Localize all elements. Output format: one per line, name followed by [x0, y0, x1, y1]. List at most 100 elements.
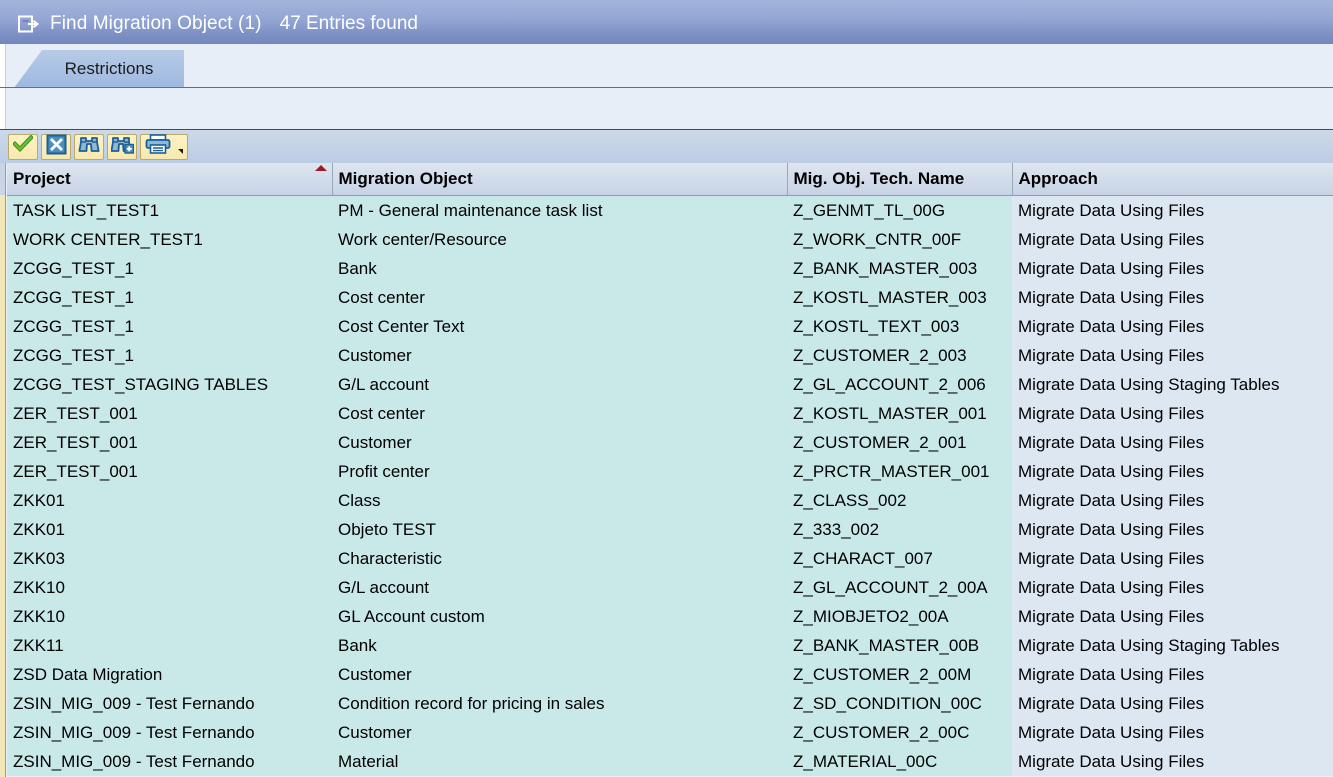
- cell-migration-object[interactable]: Cost Center Text: [332, 311, 787, 341]
- cell-tech-name[interactable]: Z_CHARACT_007: [787, 543, 1012, 573]
- cell-tech-name[interactable]: Z_SD_CONDITION_00C: [787, 688, 1012, 718]
- cell-project[interactable]: ZKK11: [7, 630, 332, 660]
- cell-project[interactable]: ZSIN_MIG_009 - Test Fernando: [7, 688, 332, 718]
- cell-project[interactable]: ZSIN_MIG_009 - Test Fernando: [7, 717, 332, 747]
- cell-tech-name[interactable]: Z_MIOBJETO2_00A: [787, 601, 1012, 631]
- cell-migration-object[interactable]: G/L account: [332, 572, 787, 602]
- cell-approach[interactable]: Migrate Data Using Files: [1012, 398, 1333, 428]
- cell-migration-object[interactable]: PM - General maintenance task list: [332, 195, 787, 225]
- cell-tech-name[interactable]: Z_KOSTL_MASTER_001: [787, 398, 1012, 428]
- cell-tech-name[interactable]: Z_CUSTOMER_2_00C: [787, 717, 1012, 747]
- cell-project[interactable]: ZCGG_TEST_STAGING TABLES: [7, 369, 332, 399]
- cell-approach[interactable]: Migrate Data Using Files: [1012, 601, 1333, 631]
- print-button[interactable]: [140, 133, 176, 160]
- cell-tech-name[interactable]: Z_GENMT_TL_00G: [787, 195, 1012, 225]
- cell-migration-object[interactable]: Bank: [332, 253, 787, 283]
- cell-approach[interactable]: Migrate Data Using Files: [1012, 224, 1333, 254]
- cell-tech-name[interactable]: Z_WORK_CNTR_00F: [787, 224, 1012, 254]
- confirm-button[interactable]: [8, 133, 38, 160]
- cell-project[interactable]: ZKK03: [7, 543, 332, 573]
- cell-tech-name[interactable]: Z_CUSTOMER_2_00M: [787, 659, 1012, 689]
- cell-approach[interactable]: Migrate Data Using Files: [1012, 456, 1333, 486]
- cell-project[interactable]: ZSD Data Migration: [7, 659, 332, 689]
- cell-migration-object[interactable]: Customer: [332, 340, 787, 370]
- cell-migration-object[interactable]: Class: [332, 485, 787, 515]
- cell-tech-name[interactable]: Z_CUSTOMER_2_003: [787, 340, 1012, 370]
- cell-project[interactable]: ZER_TEST_001: [7, 427, 332, 457]
- grid-selection-rail[interactable]: [0, 163, 6, 777]
- cell-tech-name[interactable]: Z_BANK_MASTER_00B: [787, 630, 1012, 660]
- table-row[interactable]: ZCGG_TEST_1 Customer Z_CUSTOMER_2_003 Migra…: [7, 340, 1333, 370]
- table-row[interactable]: ZSIN_MIG_009 - Test Fernando Condition re…: [7, 688, 1333, 718]
- column-header-project[interactable]: Project: [7, 163, 333, 196]
- cell-approach[interactable]: Migrate Data Using Staging Tables: [1012, 630, 1333, 660]
- table-row[interactable]: WORK CENTER_TEST1 Work center/Resource Z_W…: [7, 224, 1333, 254]
- cell-approach[interactable]: Migrate Data Using Files: [1012, 543, 1333, 573]
- grid-select-all-corner[interactable]: [0, 163, 6, 195]
- cell-tech-name[interactable]: Z_CUSTOMER_2_001: [787, 427, 1012, 457]
- table-row[interactable]: ZSIN_MIG_009 - Test Fernando Customer Z_CU…: [7, 717, 1333, 747]
- cell-approach[interactable]: Migrate Data Using Files: [1012, 746, 1333, 776]
- table-row[interactable]: ZKK10 GL Account custom Z_MIOBJETO2_00A Mig…: [7, 601, 1333, 631]
- column-header-migration-object[interactable]: Migration Object: [332, 163, 788, 196]
- cell-tech-name[interactable]: Z_BANK_MASTER_003: [787, 253, 1012, 283]
- cell-approach[interactable]: Migrate Data Using Files: [1012, 282, 1333, 312]
- cell-approach[interactable]: Migrate Data Using Files: [1012, 514, 1333, 544]
- table-row[interactable]: ZCGG_TEST_STAGING TABLES G/L account Z_GL_…: [7, 369, 1333, 399]
- cell-project[interactable]: ZKK01: [7, 485, 332, 515]
- cell-approach[interactable]: Migrate Data Using Files: [1012, 717, 1333, 747]
- cell-project[interactable]: ZCGG_TEST_1: [7, 311, 332, 341]
- cell-project[interactable]: ZER_TEST_001: [7, 398, 332, 428]
- cell-migration-object[interactable]: Objeto TEST: [332, 514, 787, 544]
- cell-approach[interactable]: Migrate Data Using Files: [1012, 195, 1333, 225]
- cell-project[interactable]: ZCGG_TEST_1: [7, 253, 332, 283]
- table-row[interactable]: ZKK10 G/L account Z_GL_ACCOUNT_2_00A Migrat…: [7, 572, 1333, 602]
- table-row[interactable]: ZKK11 Bank Z_BANK_MASTER_00B Migrate Data U…: [7, 630, 1333, 660]
- table-row[interactable]: ZCGG_TEST_1 Cost Center Text Z_KOSTL_TEXT_…: [7, 311, 1333, 341]
- column-header-approach[interactable]: Approach: [1012, 163, 1333, 196]
- table-row[interactable]: TASK LIST_TEST1 PM - General maintenance …: [7, 195, 1333, 225]
- cell-migration-object[interactable]: Cost center: [332, 282, 787, 312]
- column-header-tech-name[interactable]: Mig. Obj. Tech. Name: [787, 163, 1013, 196]
- table-row[interactable]: ZKK03 Characteristic Z_CHARACT_007 Migrate …: [7, 543, 1333, 573]
- cell-migration-object[interactable]: GL Account custom: [332, 601, 787, 631]
- cell-tech-name[interactable]: Z_PRCTR_MASTER_001: [787, 456, 1012, 486]
- cell-approach[interactable]: Migrate Data Using Staging Tables: [1012, 369, 1333, 399]
- cell-tech-name[interactable]: Z_333_002: [787, 514, 1012, 544]
- cell-project[interactable]: ZSIN_MIG_009 - Test Fernando: [7, 746, 332, 776]
- print-menu-button[interactable]: [175, 133, 188, 160]
- cell-migration-object[interactable]: Characteristic: [332, 543, 787, 573]
- table-row[interactable]: ZKK01 Class Z_CLASS_002 Migrate Data Using …: [7, 485, 1333, 515]
- cell-project[interactable]: ZCGG_TEST_1: [7, 282, 332, 312]
- cell-project[interactable]: ZCGG_TEST_1: [7, 340, 332, 370]
- cell-approach[interactable]: Migrate Data Using Files: [1012, 311, 1333, 341]
- cell-project[interactable]: TASK LIST_TEST1: [7, 195, 332, 225]
- table-row[interactable]: ZSD Data Migration Customer Z_CUSTOMER_2_0…: [7, 659, 1333, 689]
- cell-project[interactable]: ZKK01: [7, 514, 332, 544]
- table-row[interactable]: ZER_TEST_001 Profit center Z_PRCTR_MASTER_…: [7, 456, 1333, 486]
- cell-project[interactable]: ZER_TEST_001: [7, 456, 332, 486]
- cell-tech-name[interactable]: Z_KOSTL_MASTER_003: [787, 282, 1012, 312]
- table-row[interactable]: ZER_TEST_001 Customer Z_CUSTOMER_2_001 Migr…: [7, 427, 1333, 457]
- cell-migration-object[interactable]: Material: [332, 746, 787, 776]
- cell-tech-name[interactable]: Z_MATERIAL_00C: [787, 746, 1012, 776]
- cancel-button[interactable]: [41, 133, 71, 160]
- cell-migration-object[interactable]: Work center/Resource: [332, 224, 787, 254]
- cell-migration-object[interactable]: Customer: [332, 659, 787, 689]
- table-row[interactable]: ZER_TEST_001 Cost center Z_KOSTL_MASTER_00…: [7, 398, 1333, 428]
- cell-approach[interactable]: Migrate Data Using Files: [1012, 688, 1333, 718]
- cell-tech-name[interactable]: Z_GL_ACCOUNT_2_00A: [787, 572, 1012, 602]
- table-row[interactable]: ZCGG_TEST_1 Cost center Z_KOSTL_MASTER_003…: [7, 282, 1333, 312]
- cell-approach[interactable]: Migrate Data Using Files: [1012, 659, 1333, 689]
- cell-migration-object[interactable]: Customer: [332, 427, 787, 457]
- cell-approach[interactable]: Migrate Data Using Files: [1012, 572, 1333, 602]
- cell-project[interactable]: ZKK10: [7, 572, 332, 602]
- cell-approach[interactable]: Migrate Data Using Files: [1012, 340, 1333, 370]
- find-button[interactable]: [74, 133, 104, 160]
- find-next-button[interactable]: [107, 133, 137, 160]
- cell-migration-object[interactable]: Condition record for pricing in sales: [332, 688, 787, 718]
- cell-project[interactable]: ZKK10: [7, 601, 332, 631]
- cell-approach[interactable]: Migrate Data Using Files: [1012, 253, 1333, 283]
- cell-tech-name[interactable]: Z_GL_ACCOUNT_2_006: [787, 369, 1012, 399]
- cell-project[interactable]: WORK CENTER_TEST1: [7, 224, 332, 254]
